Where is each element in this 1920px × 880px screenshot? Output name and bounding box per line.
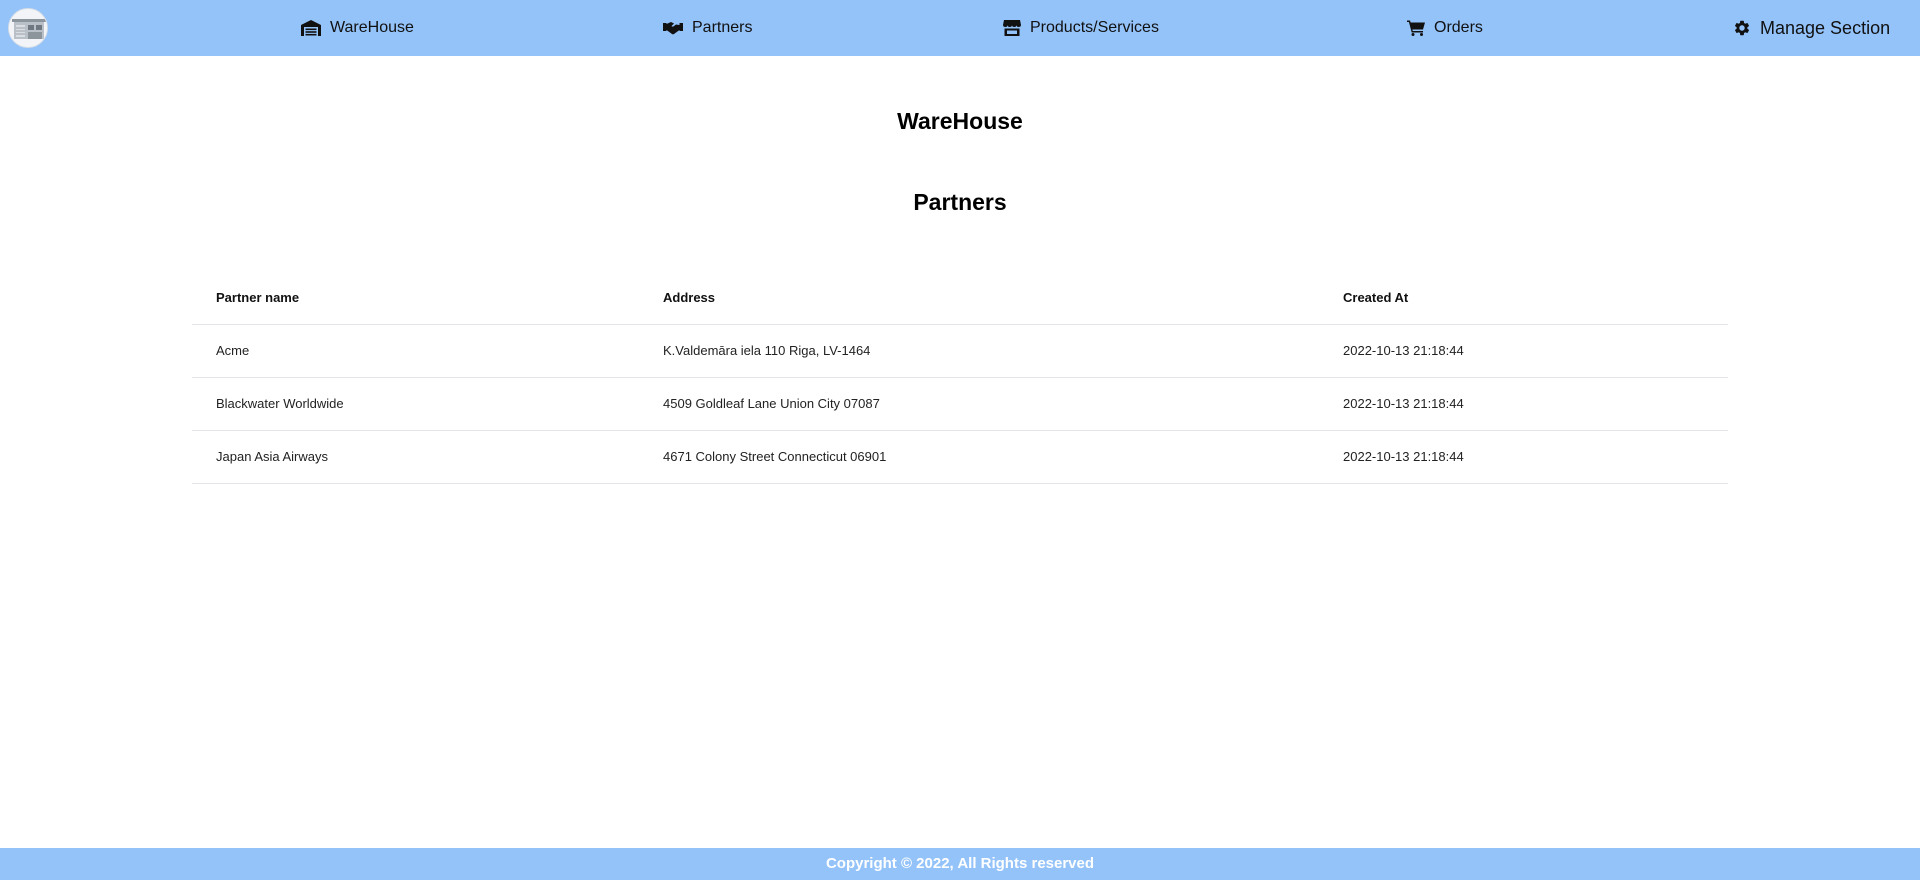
footer: Copyright © 2022, All Rights reserved bbox=[0, 848, 1920, 880]
created-at-cell: 2022-10-13 21:18:44 bbox=[1319, 324, 1728, 378]
store-icon bbox=[1003, 20, 1021, 36]
cart-icon bbox=[1407, 20, 1425, 36]
handshake-icon bbox=[663, 21, 683, 35]
nav-item-warehouse[interactable]: WareHouse bbox=[301, 0, 414, 56]
column-header-partner-name[interactable]: Partner name bbox=[192, 271, 639, 325]
created-at-cell: 2022-10-13 21:18:44 bbox=[1319, 430, 1728, 484]
nav-item-partners[interactable]: Partners bbox=[663, 0, 752, 56]
partner-name-cell: Acme bbox=[192, 324, 639, 378]
app-title: WareHouse bbox=[897, 108, 1023, 134]
page-title: Partners bbox=[913, 189, 1007, 215]
nav-item-products-services[interactable]: Products/Services bbox=[1003, 0, 1159, 56]
table-header-row: Partner name Address Created At bbox=[192, 271, 1728, 325]
nav-item-label: Orders bbox=[1434, 19, 1483, 36]
table-row[interactable]: Japan Asia Airways 4671 Colony Street Co… bbox=[192, 430, 1728, 484]
address-cell: 4509 Goldleaf Lane Union City 07087 bbox=[639, 377, 1319, 431]
warehouse-icon bbox=[301, 20, 321, 36]
nav-item-label: Products/Services bbox=[1030, 19, 1159, 36]
address-cell: 4671 Colony Street Connecticut 06901 bbox=[639, 430, 1319, 484]
partner-name-cell: Japan Asia Airways bbox=[192, 430, 639, 484]
table-row[interactable]: Blackwater Worldwide 4509 Goldleaf Lane … bbox=[192, 377, 1728, 431]
nav-item-label: Partners bbox=[692, 19, 753, 36]
nav-item-orders[interactable]: Orders bbox=[1407, 0, 1483, 56]
table-row[interactable]: Acme K.Valdemāra iela 110 Riga, LV-1464 … bbox=[192, 324, 1728, 378]
page: WareHouse Partners Products/Services Ord… bbox=[0, 0, 1920, 880]
partner-name-cell: Blackwater Worldwide bbox=[192, 377, 639, 431]
created-at-cell: 2022-10-13 21:18:44 bbox=[1319, 377, 1728, 431]
address-cell: K.Valdemāra iela 110 Riga, LV-1464 bbox=[639, 324, 1319, 378]
warehouse-logo-icon[interactable] bbox=[8, 8, 48, 48]
column-header-address[interactable]: Address bbox=[639, 271, 1319, 325]
table-body: Acme K.Valdemāra iela 110 Riga, LV-1464 … bbox=[192, 324, 1728, 484]
partners-table: Partner name Address Created At Acme K.V… bbox=[192, 271, 1728, 484]
column-header-created-at[interactable]: Created At bbox=[1319, 271, 1728, 325]
table-header: Partner name Address Created At bbox=[192, 271, 1728, 325]
top-navbar: WareHouse Partners Products/Services Ord… bbox=[0, 0, 1920, 56]
copyright-text: Copyright © 2022, All Rights reserved bbox=[825, 855, 1095, 872]
nav-item-label: WareHouse bbox=[330, 19, 414, 36]
nav-item-manage-section[interactable]: Manage Section bbox=[1733, 0, 1890, 56]
gear-icon bbox=[1733, 19, 1751, 37]
nav-item-label: Manage Section bbox=[1760, 17, 1891, 38]
